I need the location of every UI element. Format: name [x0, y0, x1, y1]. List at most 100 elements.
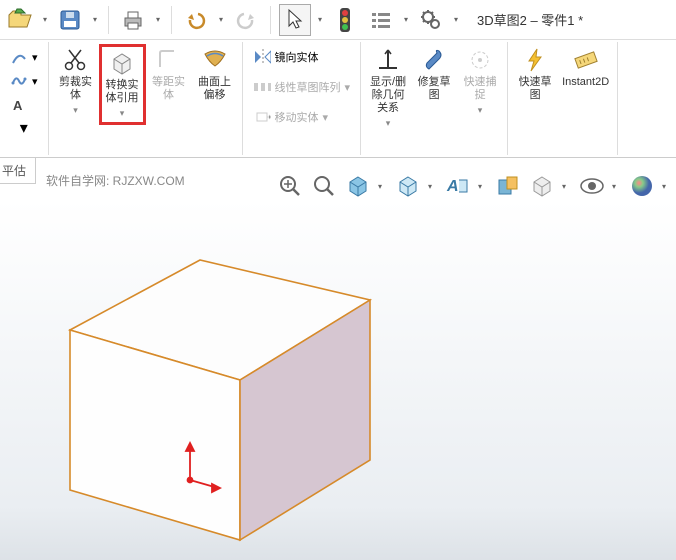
ribbon-group-small: ▾ ▾ A ▾	[0, 42, 49, 155]
dropdown-icon[interactable]: ▾	[40, 15, 50, 24]
cube-icon	[108, 49, 136, 77]
trim-button[interactable]: 剪裁实 体 ▾	[53, 44, 99, 125]
perpendicular-icon	[374, 46, 402, 74]
dropdown-icon[interactable]: ▾	[478, 182, 488, 191]
print-button[interactable]	[117, 4, 149, 36]
dropdown-icon[interactable]: ▾	[428, 182, 438, 191]
dropdown-icon[interactable]: ▾	[386, 117, 391, 130]
mirror-button[interactable]: 镜向实体	[249, 46, 355, 68]
eye-icon	[579, 176, 605, 196]
open-button[interactable]	[4, 4, 36, 36]
display-relations-button[interactable]: 显示/删 除几何 关系 ▾	[365, 44, 411, 132]
undo-icon	[186, 10, 206, 30]
dropdown-icon[interactable]: ▾	[401, 15, 411, 24]
dropdown-icon[interactable]: ▾	[90, 15, 100, 24]
move-button: 移动实体▾	[249, 106, 355, 128]
surface-offset-button[interactable]: 曲面上 偏移	[192, 44, 238, 125]
section-button[interactable]	[494, 172, 522, 200]
folder-open-icon	[7, 7, 33, 33]
zoom-fit-button[interactable]	[276, 172, 304, 200]
render-button[interactable]	[528, 172, 556, 200]
mirror-icon	[253, 48, 271, 66]
appearance-button[interactable]	[628, 172, 656, 200]
offset-label: 等距实 体	[152, 76, 185, 102]
dropdown-icon[interactable]: ▾	[315, 15, 325, 24]
spline-icon	[10, 72, 28, 90]
spline-button[interactable]: ▾	[6, 70, 42, 92]
view-orientation-button[interactable]	[344, 172, 372, 200]
box-wire-icon	[396, 174, 420, 198]
redo-button[interactable]	[230, 4, 262, 36]
dropdown-icon[interactable]: ▾	[562, 182, 572, 191]
zoom-area-button[interactable]	[310, 172, 338, 200]
text-icon: A	[10, 96, 28, 114]
quick-sketch-button[interactable]: 快速草 图	[512, 44, 558, 104]
ribbon-group-relations: 显示/删 除几何 关系 ▾ 修复草 图 快速捕 捉 ▾	[361, 42, 508, 155]
rapid-label: 快速捕 捉	[464, 76, 497, 102]
svg-text:A: A	[13, 98, 23, 113]
zoom-fit-icon	[278, 174, 302, 198]
repair-button[interactable]: 修复草 图	[411, 44, 457, 132]
visibility-button[interactable]	[578, 172, 606, 200]
dropdown-icon[interactable]: ▾	[73, 104, 78, 117]
cursor-tool-button[interactable]	[279, 4, 311, 36]
display-style-button[interactable]	[394, 172, 422, 200]
wrench-icon	[420, 46, 448, 74]
settings-button[interactable]	[415, 4, 447, 36]
orient-icon	[346, 174, 370, 198]
dropdown-icon[interactable]: ▾	[20, 118, 28, 138]
floppy-icon	[58, 8, 82, 32]
list-icon	[370, 9, 392, 31]
dropdown-icon[interactable]: ▾	[153, 15, 163, 24]
move-icon	[253, 108, 271, 126]
sphere-icon	[630, 174, 654, 198]
dropdown-icon[interactable]: ▾	[120, 107, 125, 120]
mirror-label: 镜向实体	[275, 49, 319, 65]
convert-entities-button[interactable]: 转换实 体引用 ▾	[99, 44, 146, 125]
list-button[interactable]	[365, 4, 397, 36]
top-toolbar: ▾ ▾ ▾ ▾ ▾ ▾ ▾ 3D草图2 – 零件1 *	[0, 0, 676, 40]
text-style-icon: A	[445, 174, 471, 198]
watermark-text: 软件自学网: RJZXW.COM	[46, 172, 185, 189]
surface-offset-label: 曲面上 偏移	[198, 76, 231, 102]
dropdown-icon[interactable]: ▾	[378, 182, 388, 191]
pattern-label: 线性草图阵列	[275, 79, 341, 95]
dropdown-icon[interactable]: ▾	[612, 182, 622, 191]
undo-button[interactable]	[180, 4, 212, 36]
cube-render-icon	[530, 174, 554, 198]
repair-label: 修复草 图	[418, 76, 451, 102]
traffic-light-button[interactable]	[329, 4, 361, 36]
quick-sketch-label: 快速草 图	[519, 76, 552, 102]
pattern-button: 线性草图阵列▾	[249, 76, 355, 98]
dropdown-icon[interactable]: ▾	[662, 182, 672, 191]
trim-label: 剪裁实 体	[59, 76, 92, 102]
scissors-icon	[62, 46, 90, 74]
ruler-icon	[572, 46, 600, 74]
ribbon: ▾ ▾ A ▾ 剪裁实 体 ▾ 转换实 体引用 ▾ 等距实 体 曲面	[0, 40, 676, 158]
offset-button: 等距实 体	[146, 44, 192, 125]
view-toolbar: ▾ ▾ A ▾ ▾ ▾ ▾	[276, 172, 672, 200]
ribbon-group-edit: 剪裁实 体 ▾ 转换实 体引用 ▾ 等距实 体 曲面上 偏移	[49, 42, 243, 155]
canvas-area[interactable]	[0, 200, 676, 560]
ribbon-group-mirror: 镜向实体 线性草图阵列▾ 移动实体▾	[243, 42, 362, 155]
display-rel-label: 显示/删 除几何 关系	[370, 76, 406, 115]
cursor-icon	[285, 8, 305, 32]
document-title: 3D草图2 – 零件1 *	[477, 10, 583, 29]
printer-icon	[121, 8, 145, 32]
section-icon	[496, 174, 520, 198]
arc-button[interactable]: ▾	[6, 46, 42, 68]
move-label: 移动实体	[275, 109, 319, 125]
left-tabs: 平估	[0, 158, 36, 184]
instant2d-button[interactable]: Instant2D	[558, 44, 613, 104]
dropdown-icon[interactable]: ▾	[451, 15, 461, 24]
save-button[interactable]	[54, 4, 86, 36]
3d-box-model	[50, 230, 410, 560]
quick-snap-button: 快速捕 捉 ▾	[457, 44, 503, 132]
dropdown-icon: ▾	[478, 104, 483, 117]
evaluate-tab[interactable]: 平估	[0, 158, 36, 184]
ribbon-group-quick: 快速草 图 Instant2D	[508, 42, 618, 155]
dropdown-icon[interactable]: ▾	[216, 15, 226, 24]
text-button[interactable]: A	[6, 94, 42, 116]
hide-show-button[interactable]: A	[444, 172, 472, 200]
convert-label: 转换实 体引用	[106, 79, 139, 105]
